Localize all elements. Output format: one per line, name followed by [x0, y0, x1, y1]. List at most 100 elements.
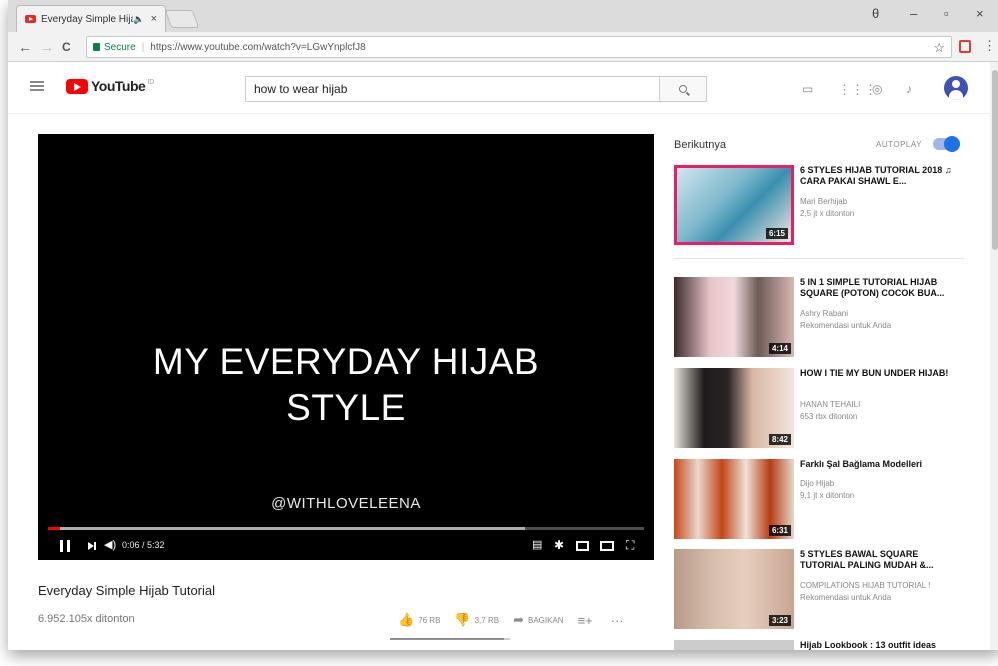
- volume-icon[interactable]: ◀): [104, 538, 116, 551]
- subtitles-icon[interactable]: ▤: [532, 538, 542, 551]
- duration-badge: 8:42: [768, 434, 791, 445]
- thumbs-up-icon: 👍: [398, 612, 415, 627]
- video-meta: 2,5 jt x ditonton: [800, 209, 855, 218]
- miniplayer-icon[interactable]: [576, 541, 589, 551]
- channel-name[interactable]: Dijo Hijab: [800, 479, 960, 488]
- share-arrow-icon: ➦: [513, 612, 524, 627]
- list-item[interactable]: 3:23 5 STYLES BAWAL SQUARE TUTORIAL PALI…: [674, 549, 974, 633]
- next-video-icon[interactable]: [88, 542, 96, 550]
- reload-button[interactable]: C: [62, 40, 71, 54]
- video-player[interactable]: MY EVERYDAY HIJAB STYLE @WITHLOVELEENA ◀…: [38, 134, 654, 560]
- progress-loaded: [48, 527, 525, 530]
- playlist-add-icon: ≡+: [577, 612, 593, 628]
- channel-name[interactable]: Ashry Rabani: [800, 309, 960, 318]
- up-next-label: Berikutnya: [674, 139, 726, 151]
- video-thumbnail[interactable]: 6:31: [674, 459, 794, 539]
- extension-icon[interactable]: [959, 40, 971, 53]
- page-scrollbar[interactable]: [990, 62, 998, 650]
- channel-name[interactable]: HANAN TEHAILI: [800, 400, 960, 409]
- list-item[interactable]: 8:42 HOW I TIE MY BUN UNDER HIJAB! HANAN…: [674, 368, 974, 452]
- youtube-favicon-icon: [25, 15, 36, 23]
- list-item[interactable]: Hijab Lookbook : 13 outfit ideas: [674, 640, 974, 650]
- duration-badge: 6:31: [768, 525, 791, 536]
- minimize-button[interactable]: –: [910, 6, 917, 21]
- video-thumbnail[interactable]: [674, 640, 794, 650]
- account-icon[interactable]: θ: [872, 6, 879, 21]
- pause-icon[interactable]: [60, 540, 70, 552]
- notifications-bell-icon[interactable]: ♪: [906, 82, 912, 96]
- video-overlay-title: MY EVERYDAY HIJAB STYLE: [38, 339, 654, 431]
- add-to-playlist-button[interactable]: ≡+: [578, 613, 597, 628]
- forward-button[interactable]: →: [40, 39, 54, 55]
- overlay-title-line1: MY EVERYDAY HIJAB: [152, 341, 540, 382]
- back-button[interactable]: ←: [18, 39, 32, 55]
- youtube-logo[interactable]: YouTube ID: [66, 78, 154, 94]
- share-label: BAGIKAN: [527, 615, 564, 625]
- tab-strip: Everyday Simple Hija 🔈 × θ – ▫ ×: [8, 0, 998, 32]
- close-window-button[interactable]: ×: [976, 6, 984, 21]
- create-video-icon[interactable]: ▭: [802, 82, 813, 96]
- more-actions-button[interactable]: ···: [611, 613, 628, 628]
- progress-bar[interactable]: [48, 527, 644, 530]
- video-thumbnail[interactable]: 6:15: [674, 165, 794, 245]
- duration-badge: 6:15: [765, 228, 788, 239]
- address-bar[interactable]: Secure | https://www.youtube.com/watch?v…: [86, 36, 952, 58]
- browser-menu-icon[interactable]: ⋮: [983, 38, 996, 54]
- like-button[interactable]: 👍 76 RB: [398, 612, 440, 628]
- search-button[interactable]: [659, 76, 707, 102]
- avatar[interactable]: [944, 76, 968, 100]
- more-icon: ···: [610, 612, 624, 628]
- secure-label: Secure: [104, 41, 136, 53]
- like-count: 76 RB: [418, 615, 441, 625]
- settings-gear-icon[interactable]: ✱: [554, 538, 564, 552]
- autoplay-toggle[interactable]: [933, 136, 960, 152]
- tab-title: Everyday Simple Hija: [41, 13, 134, 25]
- maximize-button[interactable]: ▫: [944, 6, 949, 21]
- view-count: 6.952.105x ditonton: [38, 613, 135, 625]
- video-overlay-credit: @WITHLOVELEENA: [271, 495, 421, 512]
- list-item[interactable]: 4:14 5 IN 1 SIMPLE TUTORIAL HIJAB SQUARE…: [674, 277, 974, 361]
- video-meta: 653 rbx ditonton: [800, 412, 858, 421]
- scrollbar-thumb[interactable]: [992, 70, 998, 250]
- recommendation-title[interactable]: 5 STYLES BAWAL SQUARE TUTORIAL PALING MU…: [800, 549, 960, 571]
- tab-close-icon[interactable]: ×: [151, 13, 157, 25]
- messages-icon[interactable]: ◎: [872, 82, 882, 96]
- new-tab-button[interactable]: [164, 10, 200, 28]
- bookmark-star-icon[interactable]: ☆: [933, 40, 945, 56]
- url-text[interactable]: https://www.youtube.com/watch?v=LGwYnplc…: [150, 42, 365, 53]
- youtube-wordmark: YouTube: [91, 78, 146, 94]
- theater-mode-icon[interactable]: [600, 541, 614, 551]
- recommendation-title[interactable]: HOW I TIE MY BUN UNDER HIJAB!: [800, 368, 960, 379]
- channel-name[interactable]: Mari Berhijab: [800, 197, 960, 206]
- share-button[interactable]: ➦ BAGIKAN: [513, 612, 563, 628]
- video-meta: Rekomendasi untuk Anda: [800, 593, 892, 602]
- recommendation-title[interactable]: Farklı Şal Bağlama Modelleri: [800, 459, 960, 470]
- lock-icon: [93, 43, 100, 51]
- duration-badge: 3:23: [768, 615, 791, 626]
- video-thumbnail[interactable]: 3:23: [674, 549, 794, 629]
- video-thumbnail[interactable]: 8:42: [674, 368, 794, 448]
- list-item[interactable]: 6:31 Farklı Şal Bağlama Modelleri Dijo H…: [674, 459, 974, 543]
- dislike-button[interactable]: 👎 3,7 RB: [454, 612, 499, 628]
- like-ratio-fill: [390, 638, 504, 640]
- browser-window: Everyday Simple Hija 🔈 × θ – ▫ × ← → C S…: [8, 0, 998, 650]
- speaker-icon[interactable]: 🔈: [133, 14, 144, 25]
- toggle-knob: [944, 136, 960, 152]
- video-thumbnail[interactable]: 4:14: [674, 277, 794, 357]
- search-input[interactable]: how to wear hijab: [245, 76, 659, 102]
- like-dislike-bar: [390, 638, 510, 640]
- recommendation-title[interactable]: 6 STYLES HIJAB TUTORIAL 2018 ♫ CARA PAKA…: [800, 165, 960, 187]
- browser-tab[interactable]: Everyday Simple Hija 🔈 ×: [16, 5, 166, 32]
- overlay-title-line2: STYLE: [286, 387, 406, 428]
- youtube-header: YouTube ID how to wear hijab ▭ ⋮⋮⋮ ◎ ♪: [8, 62, 998, 114]
- hamburger-menu-icon[interactable]: [30, 81, 44, 91]
- fullscreen-icon[interactable]: ⛶: [626, 538, 634, 553]
- thumbs-down-icon: 👎: [454, 612, 471, 627]
- channel-name[interactable]: COMPILATIONS HIJAB TUTORIAL !: [800, 581, 960, 590]
- recommendation-title[interactable]: Hijab Lookbook : 13 outfit ideas: [800, 640, 960, 650]
- dislike-count: 3,7 RB: [474, 615, 500, 625]
- recommendation-title[interactable]: 5 IN 1 SIMPLE TUTORIAL HIJAB SQUARE (POT…: [800, 277, 960, 299]
- progress-played: [48, 527, 60, 530]
- list-item[interactable]: 6:15 6 STYLES HIJAB TUTORIAL 2018 ♫ CARA…: [674, 165, 974, 249]
- search-icon: [679, 85, 687, 93]
